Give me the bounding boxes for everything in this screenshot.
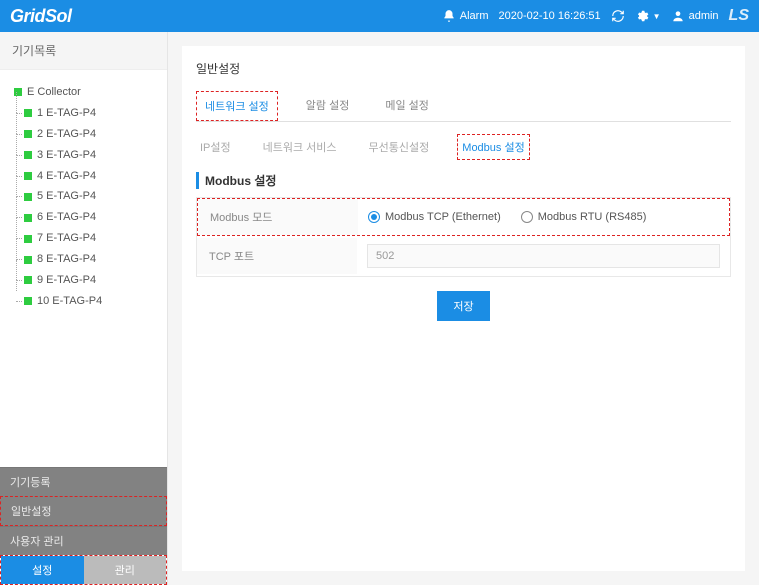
status-icon <box>24 235 32 243</box>
tree-item-label: 2 E-TAG-P4 <box>37 124 96 145</box>
tree-item-label: 6 E-TAG-P4 <box>37 207 96 228</box>
alarm-indicator[interactable]: Alarm <box>442 9 489 23</box>
sidebar: 기기목록 E Collector 1 E-TAG-P4 2 E-TAG-P4 3… <box>0 32 168 585</box>
radio-label: Modbus RTU (RS485) <box>538 211 647 223</box>
tree-root[interactable]: E Collector <box>14 82 155 103</box>
tree-item-label: 8 E-TAG-P4 <box>37 249 96 270</box>
refresh-button[interactable] <box>611 9 625 23</box>
tree-item[interactable]: 1 E-TAG-P4 <box>14 103 155 124</box>
tab-netservice[interactable]: 네트워크 서비스 <box>259 135 341 159</box>
tree-item[interactable]: 6 E-TAG-P4 <box>14 207 155 228</box>
status-icon <box>24 193 32 201</box>
tree-item-label: 10 E-TAG-P4 <box>37 291 102 312</box>
status-icon <box>24 172 32 180</box>
save-button[interactable]: 저장 <box>437 291 489 321</box>
status-icon <box>24 256 32 264</box>
status-icon <box>24 151 32 159</box>
panel-title: 일반설정 <box>196 60 731 77</box>
user-menu[interactable]: admin <box>671 9 719 23</box>
tree-item[interactable]: 9 E-TAG-P4 <box>14 270 155 291</box>
content-panel: 일반설정 네트워크 설정 알람 설정 메일 설정 IP설정 네트워크 서비스 무… <box>182 46 745 571</box>
tree-item[interactable]: 4 E-TAG-P4 <box>14 166 155 187</box>
tab-mail[interactable]: 메일 설정 <box>377 91 437 121</box>
sidebar-title: 기기목록 <box>0 32 167 70</box>
sidebar-item-user-manage[interactable]: 사용자 관리 <box>0 526 167 555</box>
tree-item-label: 9 E-TAG-P4 <box>37 270 96 291</box>
tab-alarm[interactable]: 알람 설정 <box>298 91 358 121</box>
status-icon <box>24 109 32 117</box>
sidebar-item-general-settings[interactable]: 일반설정 <box>0 496 167 526</box>
section-title: Modbus 설정 <box>196 172 731 189</box>
radio-modbus-rtu[interactable]: Modbus RTU (RS485) <box>521 211 647 223</box>
status-icon <box>24 276 32 284</box>
tcp-port-input[interactable] <box>367 244 720 268</box>
form-actions: 저장 <box>196 291 731 321</box>
mode-label: Modbus 모드 <box>198 199 358 235</box>
user-icon <box>671 9 685 23</box>
datetime-display: 2020-02-10 16:26:51 <box>499 10 601 22</box>
primary-tabs: 네트워크 설정 알람 설정 메일 설정 <box>196 91 731 122</box>
sidebar-item-device-register[interactable]: 기기등록 <box>0 467 167 496</box>
bell-icon <box>442 9 456 23</box>
tree-item[interactable]: 3 E-TAG-P4 <box>14 145 155 166</box>
modbus-form: Modbus 모드 Modbus TCP (Ethernet) Modbus R… <box>196 197 731 277</box>
refresh-icon <box>611 9 625 23</box>
tab-network[interactable]: 네트워크 설정 <box>196 91 278 121</box>
radio-icon <box>521 211 533 223</box>
status-icon <box>24 214 32 222</box>
sidebar-tabs: 설정 관리 <box>0 555 167 585</box>
port-value <box>357 236 730 276</box>
settings-button[interactable]: ▼ <box>635 9 661 23</box>
user-label: admin <box>689 10 719 22</box>
tree-item-label: 7 E-TAG-P4 <box>37 228 96 249</box>
form-row-mode: Modbus 모드 Modbus TCP (Ethernet) Modbus R… <box>197 198 730 236</box>
header: GridSol Alarm 2020-02-10 16:26:51 ▼ admi… <box>0 0 759 32</box>
radio-icon <box>368 211 380 223</box>
tree-item-label: 1 E-TAG-P4 <box>37 103 96 124</box>
mode-value: Modbus TCP (Ethernet) Modbus RTU (RS485) <box>358 203 729 231</box>
secondary-tabs: IP설정 네트워크 서비스 무선통신설정 Modbus 설정 <box>196 134 731 160</box>
tree-item-label: 4 E-TAG-P4 <box>37 166 96 187</box>
tree-root-label: E Collector <box>27 82 81 103</box>
tab-modbus[interactable]: Modbus 설정 <box>457 134 529 160</box>
device-tree: E Collector 1 E-TAG-P4 2 E-TAG-P4 3 E-TA… <box>0 70 167 467</box>
tab-wireless[interactable]: 무선통신설정 <box>365 135 434 159</box>
ls-logo: LS <box>729 7 749 25</box>
tab-ip[interactable]: IP설정 <box>196 135 235 159</box>
radio-modbus-tcp[interactable]: Modbus TCP (Ethernet) <box>368 211 501 223</box>
form-row-port: TCP 포트 <box>197 236 730 276</box>
radio-label: Modbus TCP (Ethernet) <box>385 211 501 223</box>
tab-settings[interactable]: 설정 <box>1 556 84 584</box>
alarm-label: Alarm <box>460 10 489 22</box>
tree-item[interactable]: 8 E-TAG-P4 <box>14 249 155 270</box>
tree-item[interactable]: 7 E-TAG-P4 <box>14 228 155 249</box>
tab-manage[interactable]: 관리 <box>84 556 167 584</box>
brand-logo: GridSol <box>10 6 72 27</box>
tree-item[interactable]: 5 E-TAG-P4 <box>14 186 155 207</box>
sidebar-bottom-menu: 기기등록 일반설정 사용자 관리 설정 관리 <box>0 467 167 585</box>
tree-item-label: 3 E-TAG-P4 <box>37 145 96 166</box>
tree-item[interactable]: 2 E-TAG-P4 <box>14 124 155 145</box>
content-area: 일반설정 네트워크 설정 알람 설정 메일 설정 IP설정 네트워크 서비스 무… <box>168 32 759 585</box>
gear-icon <box>635 9 649 23</box>
port-label: TCP 포트 <box>197 238 357 274</box>
status-icon <box>24 297 32 305</box>
tree-item[interactable]: 10 E-TAG-P4 <box>14 291 155 312</box>
status-icon <box>24 130 32 138</box>
tree-item-label: 5 E-TAG-P4 <box>37 186 96 207</box>
